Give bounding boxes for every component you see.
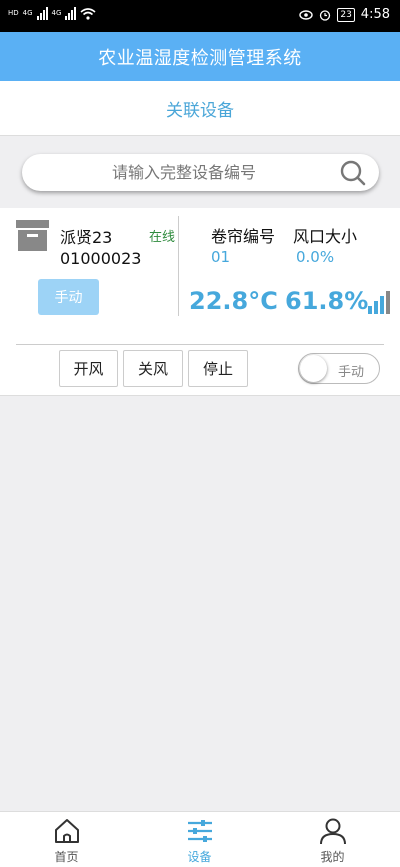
search-icon[interactable] <box>339 159 367 187</box>
vent-size-value: 0.0% <box>296 248 335 266</box>
status-right: 23 4:58 <box>299 7 390 22</box>
section-title[interactable]: 关联设备 <box>166 96 234 121</box>
device-box-icon <box>16 220 49 251</box>
toggle-knob[interactable] <box>300 355 327 382</box>
online-status-badge: 在线 <box>149 230 176 245</box>
humidity-value: 61.8% <box>285 287 369 315</box>
signal-bar <box>374 301 378 314</box>
status-time: 4:58 <box>360 7 390 22</box>
nav-devices[interactable]: 设备 <box>133 812 266 867</box>
nav-home[interactable]: 首页 <box>0 812 133 867</box>
device-name: 派贤23 <box>60 228 113 247</box>
vent-size-label: 风口大小 <box>293 227 358 246</box>
section-header: 关联设备 <box>0 81 400 136</box>
app-title: 农业温湿度检测管理系统 <box>98 47 302 69</box>
nav-devices-label: 设备 <box>187 850 212 864</box>
status-bar: HD 4G 4G 23 4:58 <box>0 0 400 32</box>
wifi-icon <box>80 7 96 20</box>
card-separator <box>16 344 384 345</box>
curtain-number-label: 卷帘编号 <box>211 227 276 246</box>
manual-toggle[interactable]: 手动 <box>298 353 380 384</box>
hd-badge: HD <box>8 9 19 17</box>
device-id: 01000023 <box>60 249 142 268</box>
search-input[interactable] <box>34 163 334 182</box>
bottom-nav: 首页 设备 我的 <box>0 811 400 867</box>
user-icon <box>319 818 346 845</box>
signal-bar <box>368 306 372 314</box>
nav-profile[interactable]: 我的 <box>266 812 399 867</box>
stop-button[interactable]: 停止 <box>188 350 248 387</box>
signal-strength-icon <box>368 290 398 314</box>
signal-bar <box>380 296 384 314</box>
card-divider <box>178 216 179 316</box>
search-bar <box>22 154 379 191</box>
device-card[interactable]: 派贤23 01000023 在线 手动 卷帘编号 风口大小 01 0.0% 22… <box>0 208 400 396</box>
close-vent-button[interactable]: 关风 <box>123 350 183 387</box>
nav-profile-label: 我的 <box>320 850 345 864</box>
network-badge-2: 4G <box>51 9 62 17</box>
battery-icon: 23 <box>337 7 355 22</box>
toggle-label: 手动 <box>338 365 365 380</box>
manual-mode-button[interactable]: 手动 <box>38 279 99 315</box>
alarm-icon <box>320 9 331 21</box>
status-left: HD 4G 4G <box>8 6 96 20</box>
open-vent-button[interactable]: 开风 <box>59 350 118 387</box>
home-icon <box>54 819 79 843</box>
nav-home-label: 首页 <box>54 850 79 864</box>
cell-signal-icon-2 <box>65 6 77 20</box>
network-badge-1: 4G <box>22 9 33 17</box>
sliders-icon <box>187 820 212 842</box>
app-header: 农业温湿度检测管理系统 <box>0 32 400 81</box>
signal-bar <box>386 291 390 314</box>
eye-icon <box>299 9 314 20</box>
temperature-value: 22.8°C <box>189 287 278 315</box>
curtain-number-value: 01 <box>211 248 231 266</box>
cell-signal-icon <box>36 6 48 20</box>
